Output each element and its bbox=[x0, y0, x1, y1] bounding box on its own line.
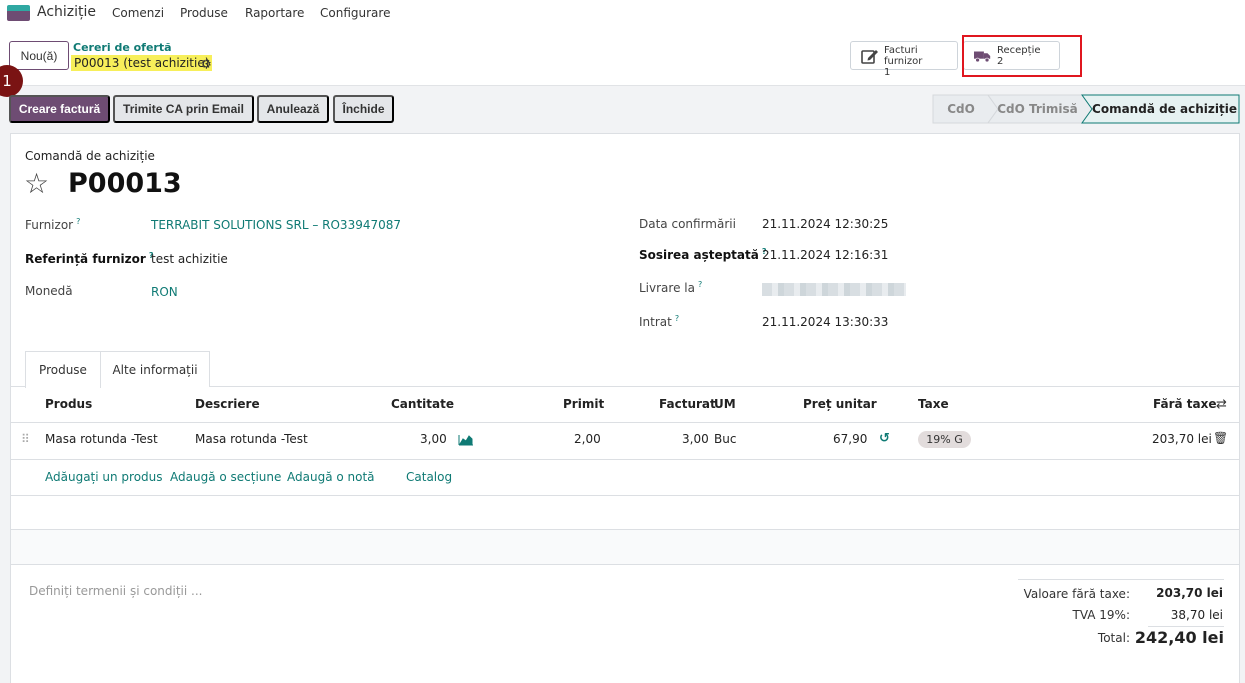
app-logo-icon[interactable] bbox=[7, 5, 30, 21]
received-date-field[interactable]: 21.11.2024 13:30:33 bbox=[762, 315, 888, 329]
tax-label: TVA 19%: bbox=[1072, 608, 1130, 622]
tab-other-info[interactable]: Alte informații bbox=[100, 351, 210, 387]
field-label-deliver-to: Livrare la? bbox=[639, 280, 703, 295]
row-divider bbox=[11, 459, 1239, 460]
tab-products[interactable]: Produse bbox=[25, 351, 101, 388]
row-quantity[interactable]: 3,00 bbox=[420, 432, 447, 446]
untaxed-label: Valoare fără taxe: bbox=[1023, 587, 1130, 601]
confirm-date-field[interactable]: 21.11.2024 12:30:25 bbox=[762, 217, 888, 231]
field-label-vendor: Furnizor? bbox=[25, 217, 81, 232]
add-divider bbox=[11, 495, 1239, 496]
document-type: Comandă de achiziție bbox=[25, 149, 155, 163]
highlight-annotation-box bbox=[962, 35, 1082, 77]
col-invoiced[interactable]: Facturat bbox=[659, 397, 716, 411]
col-taxes[interactable]: Taxe bbox=[918, 397, 949, 411]
add-note-link[interactable]: Adaugă o notă bbox=[287, 470, 375, 484]
menu-raportare[interactable]: Raportare bbox=[245, 6, 304, 20]
total-value: 242,40 lei bbox=[1134, 628, 1224, 647]
trash-icon[interactable]: 🗑 bbox=[1213, 431, 1228, 445]
total-divider bbox=[1148, 626, 1224, 627]
col-product[interactable]: Produs bbox=[45, 397, 92, 411]
send-po-email-button[interactable]: Trimite CA prin Email bbox=[113, 95, 254, 123]
col-unit-price[interactable]: Preț unitar bbox=[803, 397, 877, 411]
app-brand[interactable]: Achiziție bbox=[37, 4, 96, 20]
breadcrumb-current: P00013 (test achizitie) bbox=[71, 55, 213, 71]
gear-icon[interactable]: ⚙ bbox=[201, 57, 212, 71]
row-unit-price[interactable]: 67,90 bbox=[833, 432, 867, 446]
field-label-received: Intrat? bbox=[639, 314, 680, 329]
tax-value: 38,70 lei bbox=[1170, 608, 1223, 622]
deliver-to-field-blurred[interactable] bbox=[762, 283, 906, 296]
row-product[interactable]: Masa rotunda -Test bbox=[45, 432, 158, 446]
menu-configurare[interactable]: Configurare bbox=[320, 6, 390, 20]
column-settings-icon[interactable]: ⇄ bbox=[1216, 397, 1227, 412]
breadcrumb-parent[interactable]: Cereri de ofertă bbox=[73, 41, 172, 54]
vendor-bills-title: Facturi furnizor bbox=[884, 45, 923, 67]
field-label-confirm-date: Data confirmării bbox=[639, 217, 736, 231]
untaxed-value: 203,70 lei bbox=[1156, 586, 1223, 600]
row-subtotal: 203,70 lei bbox=[1152, 432, 1212, 446]
col-received[interactable]: Primit bbox=[563, 397, 604, 411]
star-icon[interactable]: ☆ bbox=[24, 170, 49, 198]
new-button[interactable]: Nou(ă) bbox=[9, 41, 69, 70]
add-section-link[interactable]: Adaugă o secțiune bbox=[170, 470, 281, 484]
history-icon[interactable]: ↺ bbox=[879, 431, 890, 446]
stage-cdo[interactable]: CdO bbox=[935, 94, 987, 123]
empty-row bbox=[11, 530, 1239, 564]
col-quantity[interactable]: Cantitate bbox=[391, 397, 454, 411]
row-received[interactable]: 2,00 bbox=[574, 432, 601, 446]
col-description[interactable]: Descriere bbox=[195, 397, 260, 411]
field-label-vendor-ref: Referință furnizor? bbox=[25, 251, 154, 266]
forecast-chart-icon[interactable] bbox=[458, 433, 474, 446]
create-invoice-button[interactable]: Creare factură bbox=[9, 95, 110, 123]
drag-handle-icon[interactable]: ⠿ bbox=[21, 432, 30, 446]
expected-arrival-field[interactable]: 21.11.2024 12:16:31 bbox=[762, 248, 888, 262]
currency-field[interactable]: RON bbox=[151, 285, 178, 299]
terms-input[interactable]: Definiți termenii și condiții ... bbox=[29, 584, 202, 598]
menu-produse[interactable]: Produse bbox=[180, 6, 228, 20]
row-invoiced[interactable]: 3,00 bbox=[682, 432, 709, 446]
col-subtotal[interactable]: Fără taxe bbox=[1153, 397, 1217, 411]
vendor-bills-count: 1 bbox=[884, 67, 891, 78]
vendor-bills-smart-button[interactable]: Facturi furnizor 1 bbox=[850, 41, 958, 78]
catalog-link[interactable]: Catalog bbox=[406, 470, 452, 484]
totals-divider bbox=[1018, 579, 1224, 580]
cancel-button[interactable]: Anulează bbox=[257, 95, 329, 123]
tax-badge[interactable]: 19% G bbox=[918, 431, 971, 448]
field-label-expected-arrival: Sosirea așteptată? bbox=[639, 247, 767, 262]
vendor-field[interactable]: TERRABIT SOLUTIONS SRL – RO33947087 bbox=[151, 218, 401, 232]
edit-icon bbox=[861, 50, 878, 64]
stage-cdo-sent[interactable]: CdO Trimisă bbox=[995, 94, 1080, 123]
lock-button[interactable]: Închide bbox=[333, 95, 394, 123]
field-label-currency: Monedă bbox=[25, 284, 73, 298]
total-label: Total: bbox=[1097, 631, 1130, 645]
stage-purchase-order[interactable]: Comandă de achiziție bbox=[1092, 94, 1237, 123]
menu-comenzi[interactable]: Comenzi bbox=[112, 6, 164, 20]
row-description[interactable]: Masa rotunda -Test bbox=[195, 432, 308, 446]
vendor-ref-field[interactable]: test achizitie bbox=[151, 252, 228, 266]
row-uom[interactable]: Buc bbox=[714, 432, 736, 446]
table-bottom-divider bbox=[11, 564, 1239, 565]
add-product-link[interactable]: Adăugați un produs bbox=[45, 470, 163, 484]
col-uom[interactable]: UM bbox=[714, 397, 736, 411]
page-title: P00013 bbox=[68, 168, 182, 199]
header-divider bbox=[11, 422, 1239, 423]
